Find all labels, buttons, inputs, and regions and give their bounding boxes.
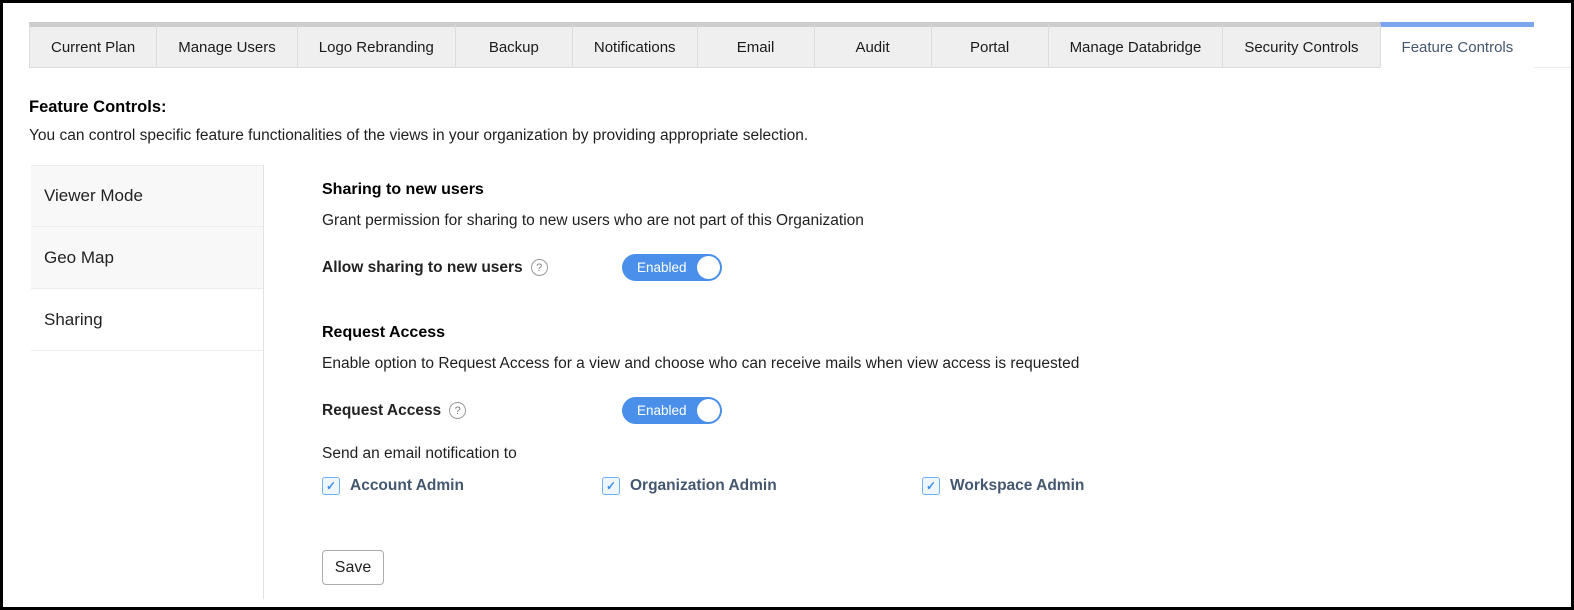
checkbox-checked-icon[interactable]: ✓ [602,477,620,495]
sharing-section-title: Sharing to new users [322,181,1571,199]
feature-sidebar: Viewer Mode Geo Map Sharing [31,165,264,599]
page-description: You can control specific feature functio… [29,127,1571,145]
sidebar-item-viewer-mode[interactable]: Viewer Mode [31,165,263,227]
page-title: Feature Controls: [29,98,1571,117]
checkbox-label: Workspace Admin [950,477,1084,495]
request-access-row: Request Access ? Enabled [322,397,1571,424]
tab-notifications[interactable]: Notifications [572,22,697,68]
settings-tab-bar: Current Plan Manage Users Logo Rebrandin… [29,22,1571,68]
checkbox-account-admin[interactable]: ✓ Account Admin [322,477,602,495]
sharing-section-description: Grant permission for sharing to new user… [322,212,1571,230]
tab-portal[interactable]: Portal [931,22,1048,68]
request-access-section-title: Request Access [322,324,1571,342]
checkbox-organization-admin[interactable]: ✓ Organization Admin [602,477,922,495]
tab-manage-users[interactable]: Manage Users [156,22,297,68]
tab-bar-filler [1534,22,1571,68]
checkbox-label: Organization Admin [630,477,777,495]
page-header: Feature Controls: You can control specif… [29,98,1571,145]
checkbox-label: Account Admin [350,477,464,495]
toggle-knob [697,399,720,422]
sidebar-item-sharing[interactable]: Sharing [31,289,263,351]
sidebar-item-geo-map[interactable]: Geo Map [31,227,263,289]
allow-sharing-toggle[interactable]: Enabled [622,254,722,281]
email-notification-label: Send an email notification to [322,445,1571,463]
request-access-label: Request Access [322,402,441,420]
tab-security-controls[interactable]: Security Controls [1222,22,1379,68]
sharing-settings-main: Sharing to new users Grant permission fo… [264,165,1571,599]
help-icon[interactable]: ? [531,259,548,276]
toggle-state-label: Enabled [637,403,687,418]
feature-controls-panel: Viewer Mode Geo Map Sharing Sharing to n… [3,165,1571,599]
allow-sharing-label: Allow sharing to new users [322,259,523,277]
toggle-knob [697,256,720,279]
checkbox-workspace-admin[interactable]: ✓ Workspace Admin [922,477,1084,495]
toggle-state-label: Enabled [637,260,687,275]
request-access-toggle[interactable]: Enabled [622,397,722,424]
request-access-label-group: Request Access ? [322,402,622,420]
save-button[interactable]: Save [322,550,384,585]
tab-logo-rebranding[interactable]: Logo Rebranding [297,22,455,68]
help-icon[interactable]: ? [449,402,466,419]
request-access-section-description: Enable option to Request Access for a vi… [322,355,1571,373]
tab-email[interactable]: Email [697,22,814,68]
allow-sharing-label-group: Allow sharing to new users ? [322,259,622,277]
checkbox-checked-icon[interactable]: ✓ [322,477,340,495]
tab-backup[interactable]: Backup [455,22,572,68]
allow-sharing-row: Allow sharing to new users ? Enabled [322,254,1571,281]
recipient-checkbox-row: ✓ Account Admin ✓ Organization Admin ✓ W… [322,477,1571,495]
tab-audit[interactable]: Audit [814,22,931,68]
tab-feature-controls[interactable]: Feature Controls [1380,22,1535,68]
tab-manage-databridge[interactable]: Manage Databridge [1048,22,1223,68]
checkbox-checked-icon[interactable]: ✓ [922,477,940,495]
tab-current-plan[interactable]: Current Plan [29,22,156,68]
